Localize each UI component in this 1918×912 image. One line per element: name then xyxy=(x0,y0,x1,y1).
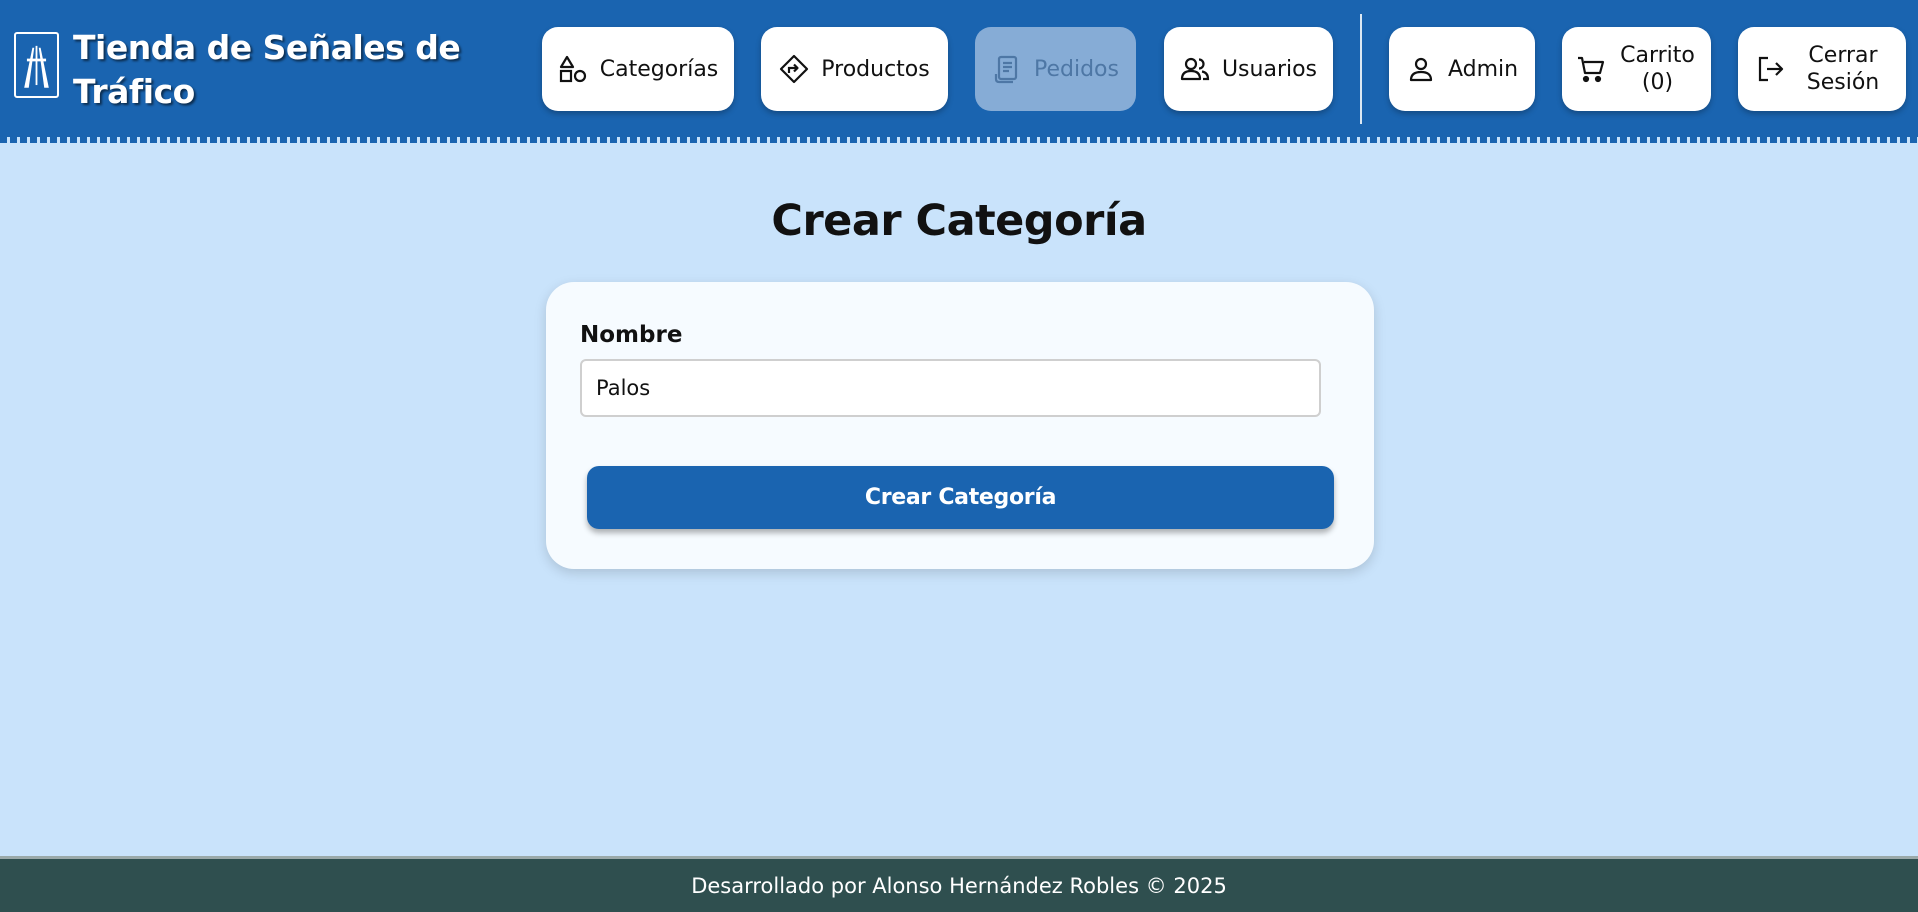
directions-sign-icon xyxy=(779,54,809,84)
page-title: Crear Categoría xyxy=(771,196,1147,246)
site-title[interactable]: Tienda de Señales de Tráfico xyxy=(73,26,483,114)
nav-carrito-button[interactable]: Carrito (0) xyxy=(1562,27,1711,111)
logout-label: Cerrar Sesión xyxy=(1806,43,1880,95)
nav-usuarios-label: Usuarios xyxy=(1221,56,1318,82)
nav-pedidos-label: Pedidos xyxy=(1034,56,1119,82)
nav-productos-label: Productos xyxy=(821,56,930,82)
highway-sign-icon xyxy=(14,32,59,98)
nav-categorias-button[interactable]: Categorías xyxy=(542,27,734,111)
nav-productos-button[interactable]: Productos xyxy=(761,27,948,111)
nav-carrito-label: Carrito (0) xyxy=(1620,43,1695,95)
footer-text: Desarrollado por Alonso Hernández Robles… xyxy=(691,873,1227,898)
nav-usuarios-button[interactable]: Usuarios xyxy=(1164,27,1333,111)
footer: Desarrollado por Alonso Hernández Robles… xyxy=(0,856,1918,912)
nav-admin-button[interactable]: Admin xyxy=(1389,27,1535,111)
top-navbar: Tienda de Señales de Tráfico Categorías … xyxy=(0,0,1918,139)
nav-divider xyxy=(1360,14,1362,124)
nav-categorias-label: Categorías xyxy=(599,56,719,82)
user-icon xyxy=(1406,54,1436,84)
nav-pedidos-button: Pedidos xyxy=(975,27,1136,111)
users-icon xyxy=(1180,54,1210,84)
receipt-icon xyxy=(992,54,1022,84)
nav-admin-label: Admin xyxy=(1447,56,1519,82)
name-input[interactable] xyxy=(580,359,1321,417)
name-field-label: Nombre xyxy=(580,322,683,348)
shapes-icon xyxy=(558,54,588,84)
logout-icon xyxy=(1756,54,1786,84)
header-dashed-border xyxy=(0,137,1918,143)
create-category-form: Nombre Crear Categoría xyxy=(546,282,1374,569)
create-category-button[interactable]: Crear Categoría xyxy=(587,466,1334,529)
logout-button[interactable]: Cerrar Sesión xyxy=(1738,27,1906,111)
cart-icon xyxy=(1576,54,1606,84)
